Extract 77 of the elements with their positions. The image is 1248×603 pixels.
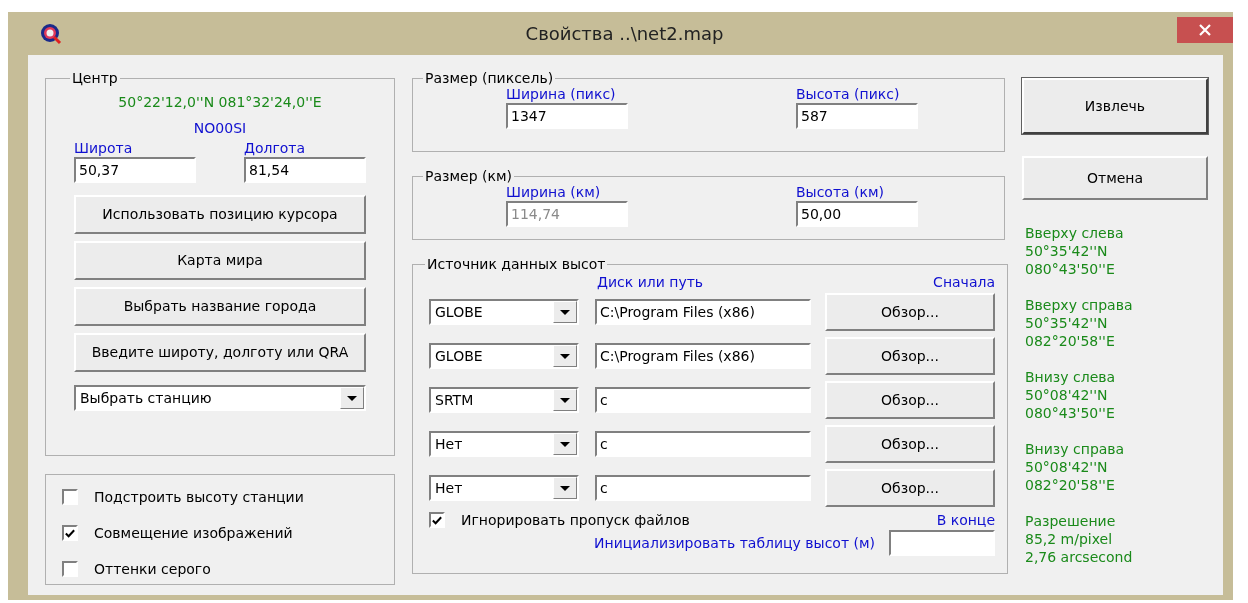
field-label: Долгота <box>244 140 307 156</box>
dropdown-arrow-icon <box>347 395 357 401</box>
dropdown-arrow-icon <box>560 397 570 403</box>
size-field[interactable]: 587 <box>796 103 918 129</box>
path-field[interactable]: c <box>595 475 811 501</box>
group-legend: Размер (км) <box>423 168 514 184</box>
path-field[interactable]: C:\Program Files (x86) <box>595 343 811 369</box>
action-button[interactable]: Выбрать название города <box>74 287 366 326</box>
checkbox-label: Подстроить высоту станции <box>94 489 304 505</box>
latitude-field[interactable]: 50,37 <box>74 157 196 183</box>
close-icon <box>1199 23 1211 36</box>
browse-button[interactable]: Обзор... <box>825 425 995 463</box>
window-title: Свойства ..\net2.map <box>524 23 725 44</box>
dropdown-arrow-icon <box>560 309 570 315</box>
field-label: Широта <box>74 140 134 156</box>
info-value: 50°35'42''N <box>1025 314 1109 332</box>
field-label: Ширина (км) <box>506 184 602 200</box>
dialog-button[interactable]: Отмена <box>1022 156 1208 200</box>
source-dropdown[interactable]: GLOBE <box>429 299 579 325</box>
browse-button[interactable]: Обзор... <box>825 469 995 507</box>
dialog-button[interactable]: Извлечь <box>1022 78 1208 134</box>
checkbox[interactable] <box>62 525 78 541</box>
field-label: Высота (км) <box>796 184 886 200</box>
source-dropdown[interactable]: Нет <box>429 431 579 457</box>
info-value: 080°43'50''E <box>1025 260 1116 278</box>
longitude-field[interactable]: 81,54 <box>244 157 366 183</box>
browse-button[interactable]: Обзор... <box>825 293 995 331</box>
path-field[interactable]: c <box>595 431 811 457</box>
info-title: Разрешение <box>1025 512 1117 530</box>
group-legend: Центр <box>70 70 120 86</box>
source-dropdown[interactable]: Нет <box>429 475 579 501</box>
info-title: Внизу справа <box>1025 440 1126 458</box>
browse-button[interactable]: Обзор... <box>825 381 995 419</box>
browse-button[interactable]: Обзор... <box>825 337 995 375</box>
info-value: 50°08'42''N <box>1025 386 1109 404</box>
info-value: 080°43'50''E <box>1025 404 1116 422</box>
column-header: Диск или путь <box>597 274 704 290</box>
info-title: Внизу слева <box>1025 368 1117 386</box>
action-button[interactable]: Введите широту, долготу или QRA <box>74 333 366 372</box>
field-label: Высота (пикс) <box>796 86 901 102</box>
size-field[interactable]: 1347 <box>506 103 628 129</box>
checkbox-label: Игнорировать пропуск файлов <box>461 512 690 528</box>
action-button[interactable]: Карта мира <box>74 241 366 280</box>
source-dropdown[interactable]: SRTM <box>429 387 579 413</box>
action-button[interactable]: Использовать позицию курсора <box>74 195 366 234</box>
checkbox[interactable] <box>62 561 78 577</box>
dropdown-arrow-icon <box>560 353 570 359</box>
locator-text: NO00SI <box>193 120 247 136</box>
checkbox[interactable] <box>62 489 78 505</box>
order-label: В конце <box>936 512 995 528</box>
info-value: 2,76 arcsecond <box>1025 548 1134 566</box>
checkbox[interactable] <box>429 512 445 528</box>
info-value: 082°20'58''E <box>1025 476 1116 494</box>
init-height-field[interactable] <box>889 530 995 556</box>
path-field[interactable]: c <box>595 387 811 413</box>
info-value: 50°08'42''N <box>1025 458 1109 476</box>
group-legend: Размер (пиксель) <box>423 70 556 86</box>
dropdown-arrow-icon <box>560 441 570 447</box>
dropdown-arrow-icon <box>560 485 570 491</box>
checkbox-label: Оттенки серого <box>94 561 211 577</box>
info-value: 50°35'42''N <box>1025 242 1109 260</box>
group-legend: Источник данных высот <box>425 256 608 272</box>
source-dropdown[interactable]: GLOBE <box>429 343 579 369</box>
info-title: Вверху справа <box>1025 296 1134 314</box>
globe-magnifier-icon <box>40 22 62 45</box>
center-coordinates: 50°22'12,0''N 081°32'24,0''E <box>118 94 322 110</box>
field-label: Ширина (пикс) <box>506 86 617 102</box>
info-title: Вверху слева <box>1025 224 1125 242</box>
order-label: Сначала <box>933 274 995 290</box>
size-field[interactable]: 50,00 <box>796 201 918 227</box>
close-button[interactable] <box>1177 16 1233 43</box>
checkbox-label: Совмещение изображений <box>94 525 293 541</box>
station-dropdown[interactable]: Выбрать станцию <box>74 385 366 411</box>
field-label: Инициализировать таблицу высот (м) <box>594 535 875 551</box>
info-value: 082°20'58''E <box>1025 332 1116 350</box>
info-value: 85,2 m/pixel <box>1025 530 1114 548</box>
path-field[interactable]: C:\Program Files (x86) <box>595 299 811 325</box>
